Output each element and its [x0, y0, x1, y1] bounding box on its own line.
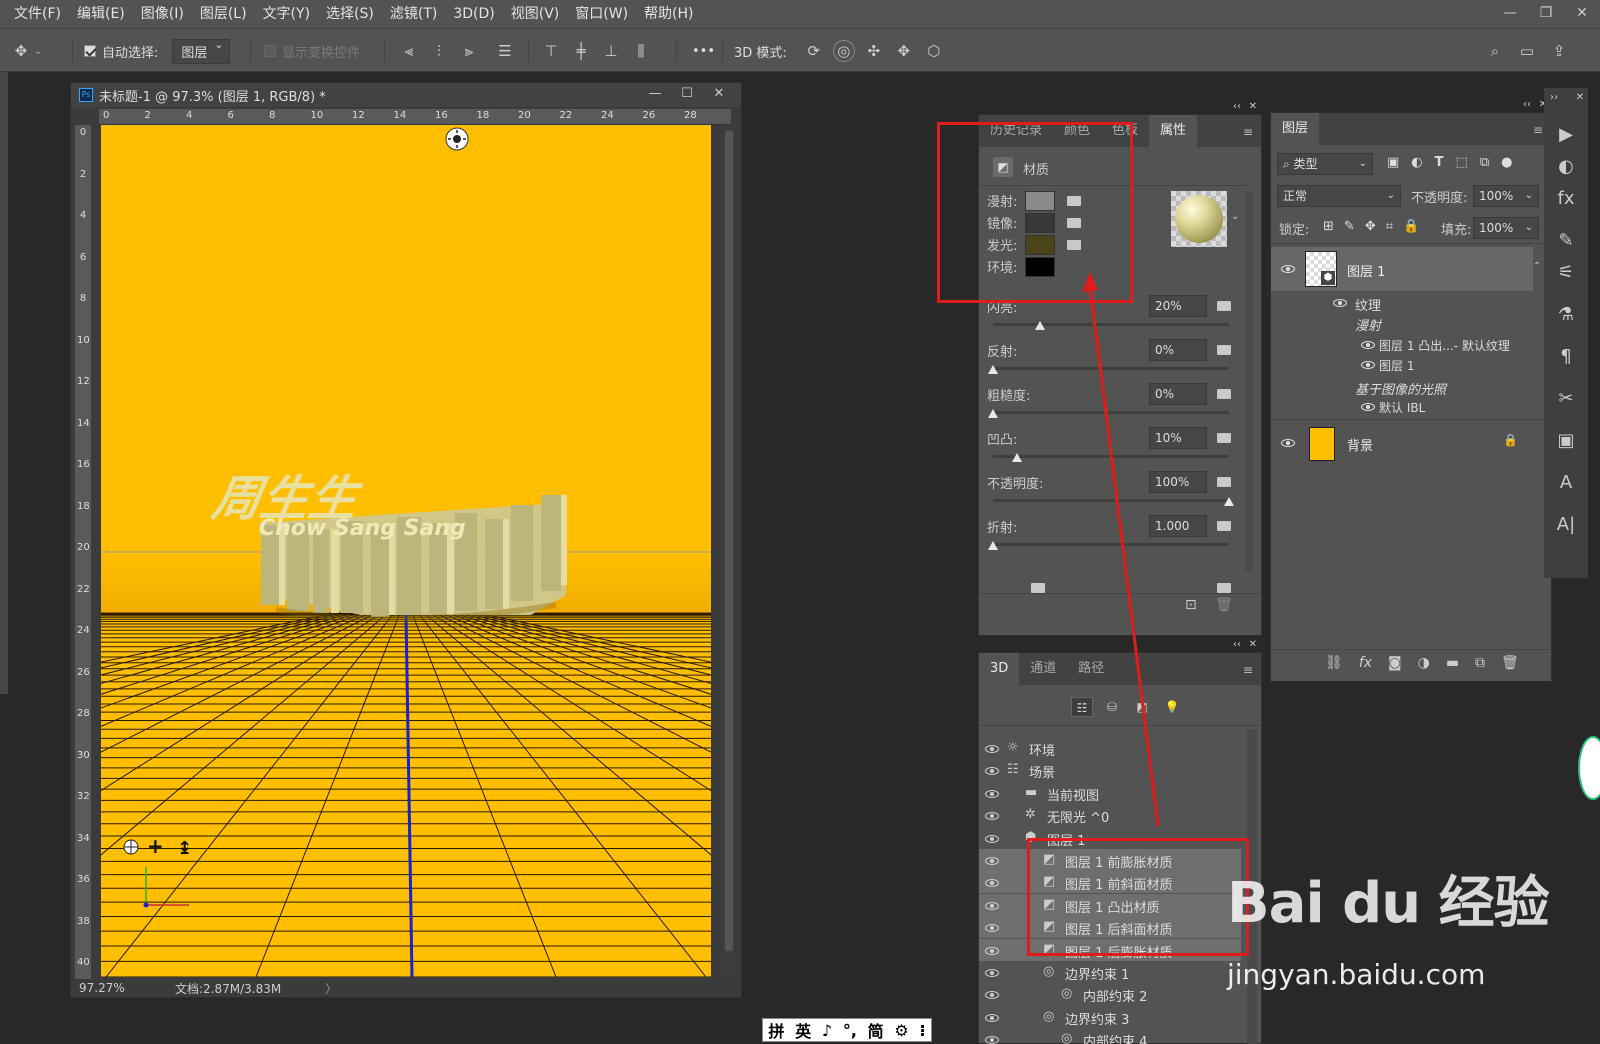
- ime-toolbar: 拼 英 ♪ °, 简 ⚙ ⁝: [762, 1018, 932, 1042]
- ime-simplified[interactable]: 简: [868, 1018, 884, 1042]
- ime-moon-icon[interactable]: ♪: [822, 1021, 832, 1040]
- ime-settings-icon[interactable]: ⚙: [894, 1021, 908, 1040]
- ime-more-icon[interactable]: ⁝: [919, 1021, 925, 1040]
- watermark-url: jingyan.baidu.com: [1227, 958, 1486, 991]
- watermark-logo: Bai du 经验: [1227, 871, 1550, 936]
- ime-pinyin[interactable]: 拼: [768, 1018, 784, 1042]
- ime-english[interactable]: 英: [795, 1018, 811, 1042]
- baidu-watermark: Bai du 经验 jingyan.baidu.com: [1227, 858, 1587, 1008]
- ime-punct[interactable]: °,: [843, 1021, 857, 1040]
